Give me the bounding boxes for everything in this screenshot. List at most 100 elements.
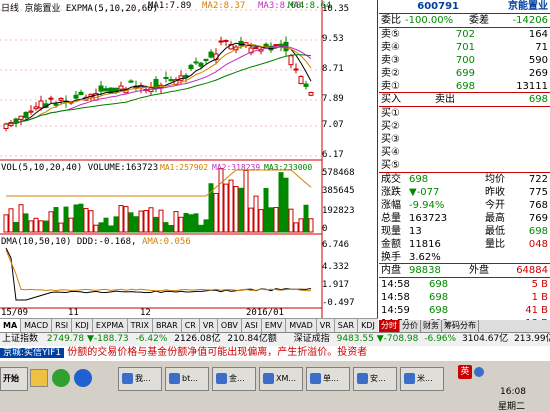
stat-value: -9.94% bbox=[409, 200, 445, 211]
taskbar-app-button[interactable]: 我... bbox=[118, 367, 162, 391]
volume-bar bbox=[303, 204, 309, 233]
stat-value: 698 bbox=[528, 226, 548, 237]
stat-label: 涨跌 bbox=[381, 187, 401, 198]
tab-kdj[interactable]: KDJ bbox=[358, 319, 378, 332]
volume-bar bbox=[128, 212, 134, 233]
ask-level-label: 卖② bbox=[381, 68, 400, 79]
app-icon bbox=[263, 373, 274, 384]
quicklaunch-icon[interactable] bbox=[30, 369, 48, 387]
volume-bar bbox=[203, 219, 209, 233]
browser-icon[interactable] bbox=[52, 369, 70, 387]
bid-row[interactable]: 买③ bbox=[379, 133, 550, 146]
ask-level-label: 卖③ bbox=[381, 55, 400, 66]
volume-bar bbox=[158, 209, 164, 233]
ie-icon[interactable] bbox=[74, 369, 92, 387]
stat-row: 现量 13 最低 698 bbox=[379, 225, 550, 238]
candle-body bbox=[198, 62, 204, 67]
ask-volume: 269 bbox=[528, 68, 548, 79]
tab-brar[interactable]: BRAR bbox=[153, 319, 182, 332]
panel-tab[interactable]: 筹码分布 bbox=[442, 320, 479, 332]
bid-row[interactable]: 买④ bbox=[379, 146, 550, 159]
start-button[interactable]: 开始 bbox=[0, 367, 28, 391]
volume-bar bbox=[168, 225, 174, 233]
tab-ma[interactable]: MA bbox=[0, 319, 22, 332]
tab-cr[interactable]: CR bbox=[182, 319, 200, 332]
tab-kdj[interactable]: KDJ bbox=[72, 319, 93, 332]
stock-name: 京能置业 bbox=[508, 1, 548, 12]
webi-row: 委比 -100.00% 委差 -14206 bbox=[379, 14, 550, 27]
volume-bar bbox=[103, 217, 109, 233]
tab-vr[interactable]: VR bbox=[317, 319, 335, 332]
stat-value: ▼-077 bbox=[409, 187, 440, 198]
candle-body bbox=[298, 76, 304, 85]
tray-icon[interactable] bbox=[474, 367, 484, 377]
taskbar-app-button[interactable]: 单... bbox=[306, 367, 350, 391]
tab-expma[interactable]: EXPMA bbox=[93, 319, 128, 332]
tab-rsi[interactable]: RSI bbox=[52, 319, 73, 332]
ask-row[interactable]: 卖④ 701 71 bbox=[379, 41, 550, 54]
volume-bar bbox=[48, 211, 54, 233]
taskbar-app-button[interactable]: 米... bbox=[400, 367, 444, 391]
bid-row[interactable]: 买① bbox=[379, 107, 550, 120]
candle-body bbox=[168, 79, 174, 82]
tab-obv[interactable]: OBV bbox=[218, 319, 242, 332]
taskbar-app-button[interactable]: bt... bbox=[165, 367, 209, 391]
panel-tab[interactable]: 财务 bbox=[421, 320, 442, 332]
ime-icon[interactable]: 英 bbox=[458, 365, 472, 379]
tab-vr[interactable]: VR bbox=[200, 319, 218, 332]
stat-value: 775 bbox=[528, 187, 548, 198]
dma-axis-tick: 4.332 bbox=[322, 262, 350, 272]
volume-bar bbox=[223, 183, 229, 233]
weicha-label: 委差 bbox=[469, 15, 489, 26]
price-axis-tick: 6.17 bbox=[322, 150, 344, 160]
dma-axis-tick: 1.917 bbox=[322, 280, 350, 290]
bid-level-label: 买⑤ bbox=[381, 160, 400, 171]
volume-bar bbox=[3, 214, 9, 233]
sh-value: 2749.78 bbox=[46, 334, 85, 344]
app-label: 安... bbox=[370, 374, 386, 383]
bid-row[interactable]: 买⑤ bbox=[379, 159, 550, 172]
ma-line bbox=[5, 54, 312, 125]
tab-trix[interactable]: TRIX bbox=[128, 319, 153, 332]
tab-mvad[interactable]: MVAD bbox=[286, 319, 317, 332]
tab-macd[interactable]: MACD bbox=[21, 319, 53, 332]
taskbar-app-button[interactable]: XM... bbox=[259, 367, 303, 391]
panel-tab[interactable]: 分时 bbox=[379, 320, 400, 332]
taskbar-app-button[interactable]: 金... bbox=[212, 367, 256, 391]
tab-sar[interactable]: SAR bbox=[335, 319, 359, 332]
candle-body bbox=[38, 100, 44, 109]
app-icon bbox=[357, 373, 368, 384]
clock-time[interactable]: 16:08 bbox=[500, 387, 526, 397]
stat-value: 11816 bbox=[409, 239, 441, 250]
candle-body bbox=[293, 68, 299, 71]
ma1-label: MA1:7.89 bbox=[148, 1, 192, 11]
taskbar-app-button[interactable]: 安... bbox=[353, 367, 397, 391]
sell-value: 698 bbox=[528, 94, 548, 105]
date-label: 11 bbox=[68, 308, 79, 318]
dma-axis-tick: -0.497 bbox=[322, 298, 355, 308]
sz-amount: 3104.67亿 bbox=[461, 334, 509, 344]
chart-area[interactable]: 日线 京能置业 EXPMA(5,10,20,60) MA1:7.89 MA2:8… bbox=[0, 0, 378, 318]
ask-volume: 71 bbox=[535, 42, 548, 53]
volume-bar bbox=[298, 218, 304, 233]
app-icon bbox=[310, 373, 321, 384]
bid-row[interactable]: 买② bbox=[379, 120, 550, 133]
buy-label: 买入 bbox=[381, 94, 401, 105]
sh-pct: -6.42% bbox=[135, 334, 168, 344]
volume-bar bbox=[268, 207, 274, 233]
outer-value: 64884 bbox=[516, 265, 548, 276]
volume-bar bbox=[88, 210, 94, 233]
index-status-bar: 上证指数 2749.78 ▼-188.73 -6.42% 2126.08亿 21… bbox=[0, 332, 550, 346]
candle-body bbox=[78, 91, 84, 96]
ask-row[interactable]: 卖⑤ 702 164 bbox=[379, 28, 550, 41]
ask-row[interactable]: 卖② 699 269 bbox=[379, 67, 550, 80]
tab-asi[interactable]: ASI bbox=[242, 319, 262, 332]
ask-row[interactable]: 卖③ 700 590 bbox=[379, 54, 550, 67]
stat-row: 金额 11816 量比 048 bbox=[379, 238, 550, 251]
tab-emv[interactable]: EMV bbox=[262, 319, 287, 332]
inout-row: 内盘 98838 外盘 64884 bbox=[379, 264, 550, 277]
panel-tab[interactable]: 分价 bbox=[400, 320, 421, 332]
quote-panel: 600791 京能置业 委比 -100.00% 委差 -14206 卖⑤ 702 1… bbox=[379, 0, 550, 332]
news-ticker[interactable]: 京城:实信YIF1 份额的交易价格与基金份额净值可能出现偏离，产生折溢价。投资者 bbox=[0, 346, 550, 360]
volume-bar bbox=[258, 209, 264, 233]
